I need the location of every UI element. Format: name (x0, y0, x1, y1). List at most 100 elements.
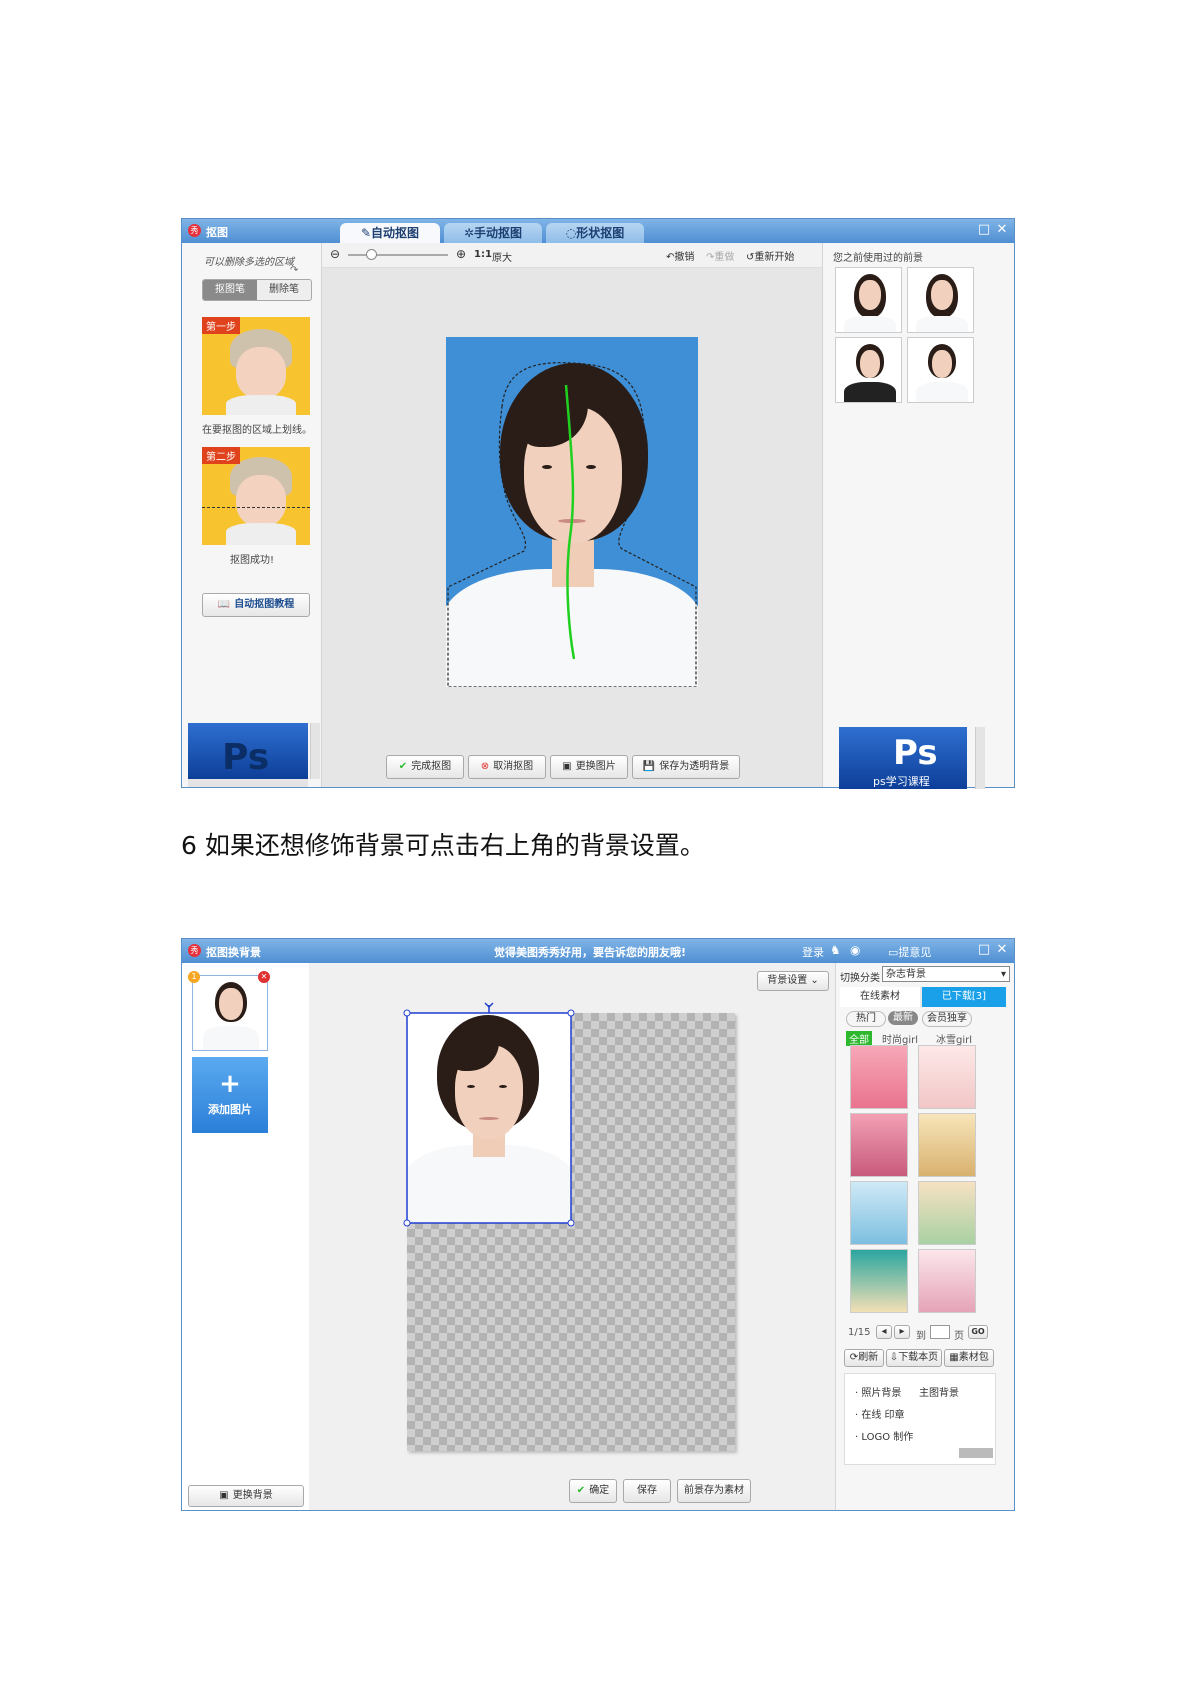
save-transparent-button[interactable]: 💾 保存为透明背景 (632, 755, 740, 779)
maximize-icon[interactable]: □ (976, 222, 992, 238)
recent-foreground-thumb[interactable] (907, 267, 974, 333)
book-icon: 📖 (217, 599, 231, 610)
link-online-stamp[interactable]: · 在线 印章 (855, 1406, 905, 1421)
change-bg-titlebar: 秀 抠图换背景 觉得美图秀秀好用，要告诉您的朋友哦! 登录 ♞ ◉ ▭提意见 □… (182, 939, 1014, 963)
background-thumb[interactable] (918, 1113, 976, 1177)
background-thumb[interactable] (850, 1181, 908, 1245)
background-thumb[interactable] (918, 1045, 976, 1109)
cutout-overlay (447, 362, 697, 687)
app-logo-icon: 秀 (188, 224, 201, 237)
background-thumb[interactable] (850, 1249, 908, 1313)
login-link[interactable]: 登录 (802, 944, 824, 960)
finish-cutout-button[interactable]: ✔ 完成抠图 (386, 755, 464, 779)
transform-box[interactable] (401, 1001, 577, 1229)
restart-button[interactable]: ↺重新开始 (746, 248, 794, 263)
subfilter-fashion-girl[interactable]: 时尚girl (882, 1031, 918, 1046)
package-icon: ▦ (949, 1352, 959, 1363)
category-select[interactable]: 杂志背景 ▾ (882, 966, 1010, 982)
change-bg-canvas-area: 背景设置 ⌄ ✔ 确定 保存 前景存为素材 (309, 963, 835, 1510)
left-scrollbar[interactable] (310, 723, 320, 779)
recent-foreground-thumb[interactable] (907, 337, 974, 403)
maximize-icon[interactable]: □ (976, 942, 992, 958)
weibo-icon[interactable]: ◉ (850, 943, 860, 957)
comment-icon: ▭ (888, 946, 899, 959)
shape-icon: ◌ (565, 226, 577, 240)
material-pack-button[interactable]: ▦素材包 (944, 1349, 994, 1367)
save-icon: 💾 (642, 761, 656, 772)
tutorial-button[interactable]: 📖 自动抠图教程 (202, 593, 310, 617)
download-icon: ⇩ (889, 1352, 899, 1363)
image-icon: ▣ (219, 1490, 229, 1501)
right-ad-banner[interactable]: Ps ps学习课程 (839, 727, 967, 789)
go-button[interactable]: GO (968, 1325, 988, 1339)
cutout-pen-button[interactable]: 抠图笔 (203, 280, 257, 300)
refresh-button[interactable]: ⟳刷新 (844, 1349, 884, 1367)
document-page: { "window1": { "title": "抠图", "tabs": ["… (0, 0, 1191, 1684)
qq-icon[interactable]: ♞ (830, 943, 841, 957)
undo-button[interactable]: ↶撤销 (666, 248, 694, 263)
background-thumb[interactable] (850, 1113, 908, 1177)
chevron-down-icon: ⌄ (810, 975, 819, 986)
tab-manual-cutout[interactable]: ✲手动抠图 (444, 223, 542, 243)
zoom-out-icon[interactable]: ⊖ (330, 247, 340, 261)
recent-foreground-thumb[interactable] (835, 337, 902, 403)
portrait-photo[interactable] (446, 337, 698, 687)
subfilter-snow-girl[interactable]: 冰雪girl (936, 1031, 972, 1046)
recent-foreground-thumb[interactable] (835, 267, 902, 333)
change-image-button[interactable]: ▣ 更换图片 (550, 755, 628, 779)
close-icon[interactable]: ✕ (994, 222, 1010, 238)
cancel-icon: ⊗ (480, 761, 490, 772)
erase-pen-button[interactable]: 删除笔 (257, 280, 311, 300)
ps-logo-text: Ps (222, 737, 270, 778)
link-photo-background[interactable]: · 照片背景 (855, 1384, 901, 1399)
change-background-window: 秀 抠图换背景 觉得美图秀秀好用，要告诉您的朋友哦! 登录 ♞ ◉ ▭提意见 □… (181, 938, 1015, 1511)
cutout-canvas-area: ⊖ ⊕ 1:1 原大 ↶撤销 ↷重做 ↺重新开始 ✔ 完成抠图 ⊗ 取消抠图 ▣… (322, 243, 822, 787)
instruction-caption: 6 如果还想修饰背景可点击右上角的背景设置。 (181, 831, 705, 860)
left-h-scrollbar[interactable] (188, 779, 308, 787)
background-thumb[interactable] (850, 1045, 908, 1109)
subfilter-all[interactable]: 全部 (846, 1031, 872, 1046)
background-settings-button[interactable]: 背景设置 ⌄ (757, 971, 829, 991)
original-size-label[interactable]: 原大 (492, 249, 512, 264)
tab-online-materials[interactable]: 在线素材 (840, 987, 920, 1007)
save-foreground-material-button[interactable]: 前景存为素材 (677, 1479, 751, 1503)
ratio-label[interactable]: 1:1 (474, 249, 492, 260)
zoom-in-icon[interactable]: ⊕ (456, 247, 466, 261)
quick-links-box: · 照片背景 主图背景 · 在线 印章 · LOGO 制作 (844, 1373, 996, 1465)
feedback-link[interactable]: ▭提意见 (888, 944, 931, 960)
filter-vip[interactable]: 会员独享 (922, 1011, 972, 1027)
background-thumb[interactable] (918, 1181, 976, 1245)
save-button[interactable]: 保存 (623, 1479, 671, 1503)
refresh-icon: ⟳ (849, 1352, 859, 1363)
zoom-slider-handle[interactable] (366, 249, 377, 260)
step2-badge: 第二步 (202, 447, 240, 464)
link-main-background[interactable]: 主图背景 (919, 1384, 959, 1399)
tab-auto-cutout[interactable]: ✎自动抠图 (340, 223, 440, 243)
remove-thumb-icon[interactable]: ✕ (258, 971, 270, 983)
next-page-icon[interactable]: ▸ (894, 1325, 910, 1339)
download-page-button[interactable]: ⇩下载本页 (886, 1349, 942, 1367)
tab-shape-cutout[interactable]: ◌形状抠图 (546, 223, 644, 243)
redo-button[interactable]: ↷重做 (706, 248, 734, 263)
share-banner[interactable]: 觉得美图秀秀好用，要告诉您的朋友哦! (494, 944, 686, 960)
goto-label: 到 (916, 1331, 926, 1342)
ad-close-icon[interactable] (959, 1448, 993, 1458)
cancel-cutout-button[interactable]: ⊗ 取消抠图 (468, 755, 546, 779)
prev-page-icon[interactable]: ◂ (876, 1325, 892, 1339)
filter-newest[interactable]: 最新 (888, 1011, 918, 1025)
left-ad-banner[interactable]: Ps (188, 723, 308, 779)
confirm-button[interactable]: ✔ 确定 (569, 1479, 617, 1503)
page-number-input[interactable] (930, 1325, 950, 1339)
link-logo-maker[interactable]: · LOGO 制作 (855, 1428, 913, 1443)
zoom-slider[interactable] (348, 254, 448, 256)
right-scrollbar[interactable] (975, 727, 985, 789)
close-icon[interactable]: ✕ (994, 942, 1010, 958)
background-thumb[interactable] (918, 1249, 976, 1313)
material-panel: 切换分类 杂志背景 ▾ 在线素材 已下载[3] 热门 最新 会员独享 全部 时尚… (835, 963, 1014, 1510)
change-background-button[interactable]: ▣ 更换背景 (188, 1485, 304, 1507)
filter-hot[interactable]: 热门 (846, 1011, 886, 1027)
tab-downloaded[interactable]: 已下载[3] (922, 987, 1006, 1007)
add-image-button[interactable]: + 添加图片 (192, 1057, 268, 1133)
step2-caption: 抠图成功! (230, 555, 275, 566)
foreground-thumb[interactable] (192, 975, 268, 1051)
